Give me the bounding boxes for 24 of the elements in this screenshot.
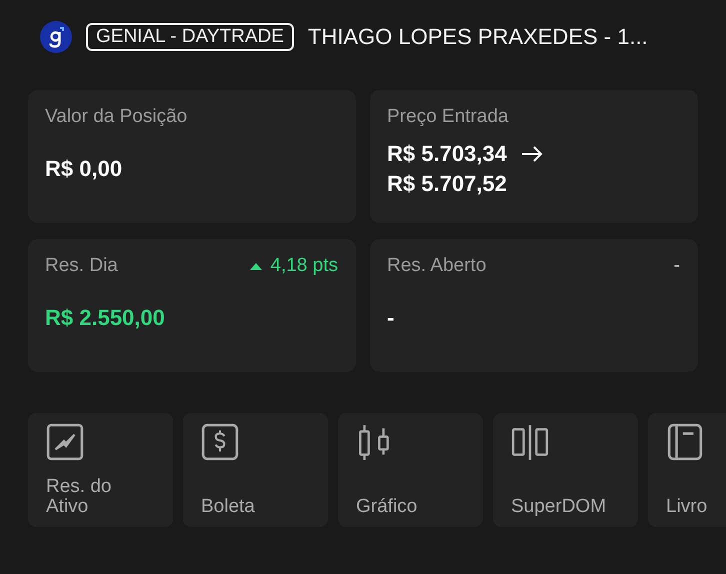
card-label: Preço Entrada [387, 106, 508, 128]
logo-icon [40, 21, 72, 53]
change-value: 4,18 pts [270, 255, 338, 277]
card-label: Res. Dia [45, 255, 118, 277]
corner-value: - [674, 255, 680, 277]
dollar-icon [201, 423, 239, 461]
card-value: R$ 5.707,52 [387, 170, 507, 196]
card-value: - [387, 304, 394, 330]
action-tile[interactable]: Gráfico [338, 413, 483, 527]
card-value: R$ 0,00 [45, 156, 122, 182]
action-tile[interactable]: Res. do Ativo [28, 413, 173, 527]
action-tile[interactable]: Livro [648, 413, 726, 527]
card-label: Res. Aberto [387, 255, 486, 277]
action-tile[interactable]: SuperDOM [493, 413, 638, 527]
lightning-icon [46, 423, 84, 461]
card-value: R$ 5.703,34 [387, 140, 507, 166]
columns-icon [511, 423, 549, 461]
book-icon [666, 423, 704, 461]
account-badge: GENIAL - DAYTRADE [86, 23, 294, 51]
right-arrow-icon [520, 146, 543, 162]
account-name: THIAGO LOPES PRAXEDES - 1... [308, 24, 648, 50]
action-tile[interactable]: Boleta [183, 413, 328, 527]
card-value: R$ 2.550,00 [45, 304, 165, 330]
card-label: Valor da Posição [45, 106, 188, 128]
